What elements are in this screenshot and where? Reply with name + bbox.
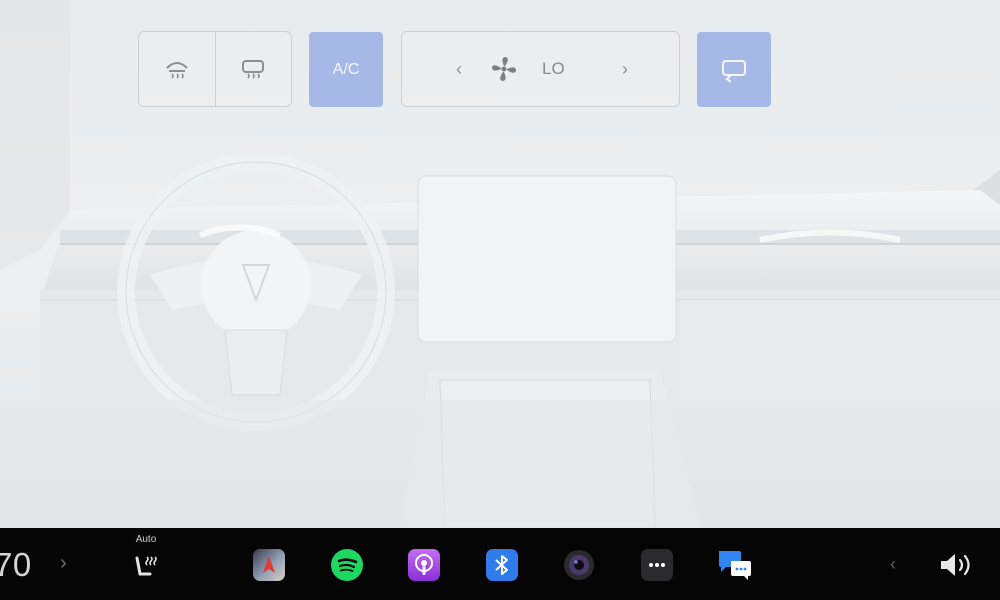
messages-app-icon[interactable] [717, 547, 753, 583]
navigation-app-icon[interactable] [253, 549, 285, 581]
fan-icon [492, 57, 516, 81]
podcasts-app-icon[interactable] [408, 549, 440, 581]
temperature-readout[interactable]: 70 [0, 546, 32, 584]
fan-decrease-button[interactable]: ‹ [439, 32, 479, 106]
ac-button[interactable]: A/C [309, 32, 383, 107]
fan-increase-button[interactable]: › [605, 32, 645, 106]
ellipsis-icon [649, 563, 665, 567]
taskbar-left-arrow[interactable]: ‹ [890, 554, 896, 575]
chat-bubbles-icon [719, 551, 751, 580]
front-defrost-icon [166, 62, 188, 79]
volume-icon[interactable] [937, 550, 977, 580]
fan-speed-control: ‹ LO › [401, 31, 680, 107]
podcasts-logo-icon [415, 554, 433, 575]
navigation-arrow-icon [263, 556, 275, 573]
camera-lens-icon [564, 550, 594, 580]
defrost-controls [138, 31, 292, 107]
spotify-app-icon[interactable] [331, 549, 363, 581]
camera-app-icon[interactable] [563, 549, 595, 581]
bluetooth-logo-icon [495, 555, 508, 575]
temperature-increase-arrow[interactable]: › [60, 552, 67, 575]
more-apps-icon[interactable] [641, 549, 673, 581]
rear-defrost-icon [242, 60, 265, 79]
ac-label: A/C [332, 60, 360, 78]
bluetooth-app-icon[interactable] [486, 549, 518, 581]
recirculate-button[interactable] [697, 32, 771, 107]
seat-heater-button[interactable]: Auto [128, 534, 164, 590]
spotify-logo-icon [331, 549, 363, 581]
recirculate-icon [722, 59, 746, 83]
taskbar: 70 › Auto ‹ [0, 528, 1000, 600]
rear-defrost-button[interactable] [214, 32, 292, 106]
seat-heater-mode: Auto [135, 534, 157, 545]
fan-level-label: LO [542, 59, 565, 78]
front-defrost-button[interactable] [139, 32, 215, 106]
seat-heater-icon [135, 556, 157, 576]
